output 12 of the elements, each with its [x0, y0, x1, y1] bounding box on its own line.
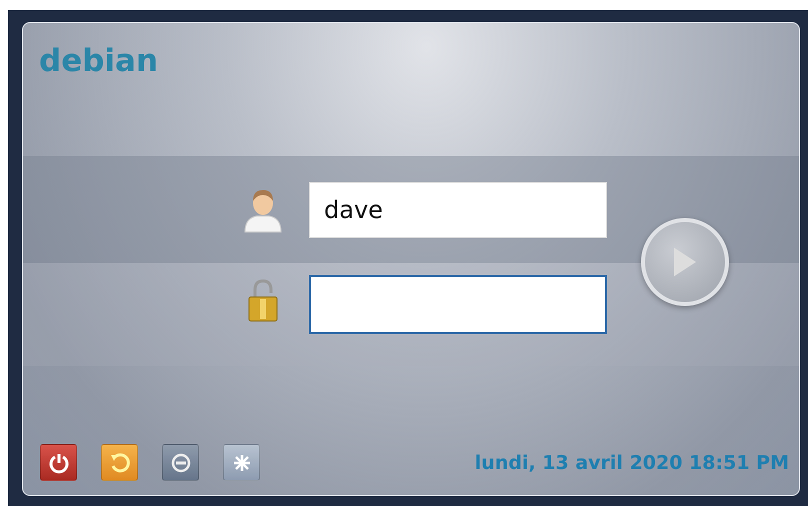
username-field[interactable]: dave	[309, 182, 607, 238]
password-field[interactable]	[309, 275, 607, 334]
power-button[interactable]	[40, 444, 77, 481]
restart-button[interactable]	[101, 444, 138, 481]
minus-circle-icon	[170, 452, 192, 474]
suspend-button[interactable]	[162, 444, 199, 481]
distro-title: debian	[39, 43, 158, 79]
play-icon	[673, 247, 697, 277]
hibernate-button[interactable]	[223, 444, 260, 481]
circular-arrow-icon	[108, 452, 130, 474]
date-time: lundi, 13 avril 2020 18:51 PM	[474, 452, 789, 474]
power-icon	[48, 452, 70, 474]
